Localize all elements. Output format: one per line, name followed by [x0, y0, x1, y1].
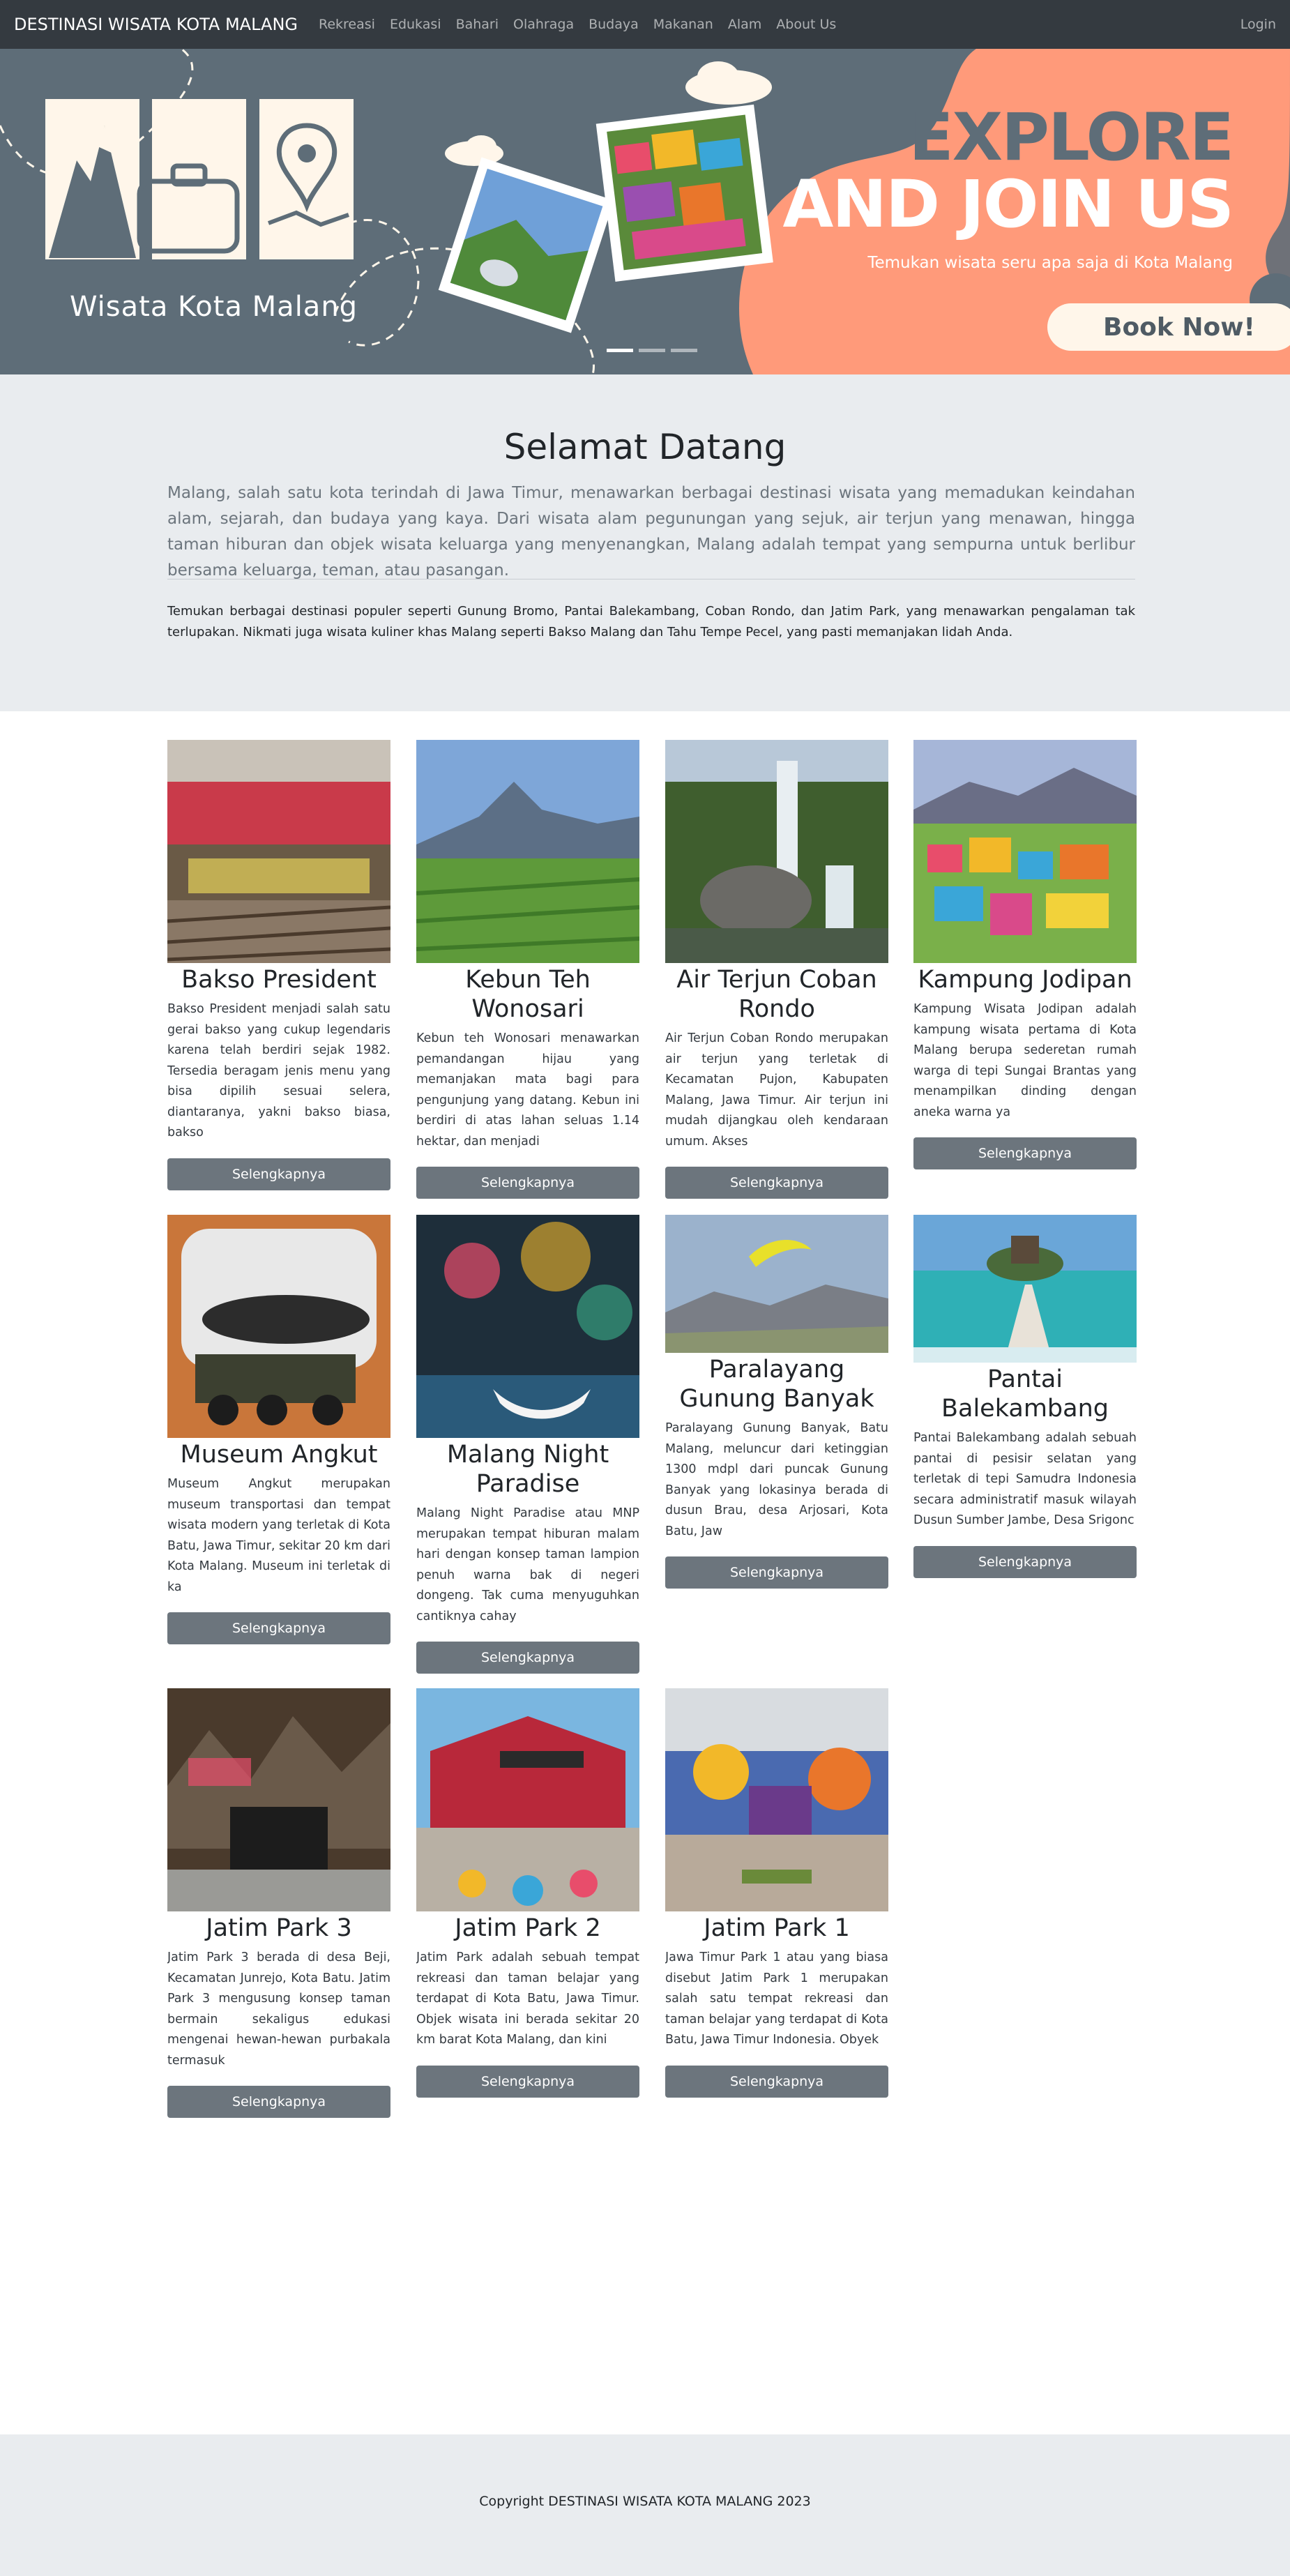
card-image	[416, 740, 639, 963]
selengkapnya-button[interactable]: Selengkapnya	[167, 1612, 390, 1644]
hero-title-line1: EXPLORE	[909, 100, 1234, 176]
welcome-lead: Malang, salah satu kota terindah di Jawa…	[167, 484, 1135, 579]
selengkapnya-button[interactable]: Selengkapnya	[416, 2065, 639, 2098]
card-text: Kampung Wisata Jodipan adalah kampung wi…	[913, 1002, 1137, 1119]
selengkapnya-button[interactable]: Selengkapnya	[167, 2086, 390, 2118]
card-title: Kebun Teh Wonosari	[465, 966, 591, 1023]
nav-link-makanan[interactable]: Makanan	[653, 17, 713, 32]
hero-subtitle: Temukan wisata seru apa saja di Kota Mal…	[867, 254, 1233, 272]
card-text: Jatim Park adalah sebuah tempat rekreasi…	[416, 1950, 639, 2047]
card-image	[167, 740, 390, 963]
card-title: Jatim Park 1	[704, 1914, 850, 1942]
card-jatim-park-1: Jatim Park 1 Jawa Timur Park 1 atau yang…	[665, 1688, 888, 2098]
card-title: Pantai Balekambang	[941, 1365, 1109, 1423]
book-now-button[interactable]: Book Now!	[1047, 303, 1290, 351]
card-air-terjun-coban-rondo: Air Terjun Coban Rondo Air Terjun Coban …	[665, 740, 888, 1199]
card-image	[416, 1215, 639, 1438]
selengkapnya-button[interactable]: Selengkapnya	[416, 1167, 639, 1199]
footer-copyright: Copyright DESTINASI WISATA KOTA MALANG 2…	[479, 2494, 811, 2509]
card-kampung-jodipan: Kampung Jodipan Kampung Wisata Jodipan a…	[913, 740, 1137, 1169]
selengkapnya-button[interactable]: Selengkapnya	[913, 1545, 1137, 1578]
selengkapnya-button[interactable]: Selengkapnya	[665, 1167, 888, 1199]
selengkapnya-button[interactable]: Selengkapnya	[665, 1556, 888, 1589]
footer: Copyright DESTINASI WISATA KOTA MALANG 2…	[0, 2434, 1290, 2576]
hero-logo-text: Wisata Kota Malang	[70, 291, 358, 323]
hero-title: EXPLORE AND JOIN US	[782, 100, 1234, 243]
card-title: Paralayang Gunung Banyak	[679, 1356, 874, 1413]
card-malang-night-paradise: Malang Night Paradise Malang Night Parad…	[416, 1215, 639, 1674]
nav-links: Rekreasi Edukasi Bahari Olahraga Budaya …	[319, 17, 851, 32]
card-title: Air Terjun Coban Rondo	[676, 966, 877, 1023]
card-image	[665, 1215, 888, 1353]
selengkapnya-button[interactable]: Selengkapnya	[167, 1158, 390, 1190]
card-title: Bakso President	[181, 966, 377, 994]
card-image	[665, 1688, 888, 1911]
carousel-indicators	[607, 349, 697, 352]
card-text: Paralayang Gunung Banyak, Batu Malang, m…	[665, 1421, 888, 1538]
card-title: Malang Night Paradise	[446, 1441, 609, 1498]
nav-link-edukasi[interactable]: Edukasi	[390, 17, 441, 32]
card-museum-angkut: Museum Angkut Museum Angkut merupakan mu…	[167, 1215, 390, 1644]
card-title: Jatim Park 2	[455, 1914, 601, 1942]
card-title: Museum Angkut	[180, 1441, 378, 1469]
card-text: Jatim Park 3 berada di desa Beji, Kecama…	[167, 1950, 390, 2068]
card-text: Bakso President menjadi salah satu gerai…	[167, 1002, 390, 1139]
card-text: Pantai Balekambang adalah sebuah pantai …	[913, 1431, 1137, 1527]
card-text: Malang Night Paradise atau MNP merupakan…	[416, 1506, 639, 1623]
card-kebun-teh-wonosari: Kebun Teh Wonosari Kebun teh Wonosari me…	[416, 740, 639, 1199]
nav-link-budaya[interactable]: Budaya	[589, 17, 639, 32]
navbar-brand[interactable]: DESTINASI WISATA KOTA MALANG	[14, 15, 298, 34]
card-title: Jatim Park 3	[206, 1914, 352, 1942]
card-image	[913, 1215, 1137, 1363]
nav-link-bahari[interactable]: Bahari	[456, 17, 499, 32]
carousel-indicator-1[interactable]	[607, 349, 633, 352]
carousel-indicator-2[interactable]	[639, 349, 665, 352]
card-image	[913, 740, 1137, 963]
card-image	[416, 1688, 639, 1911]
carousel-indicator-3[interactable]	[671, 349, 697, 352]
card-text: Museum Angkut merupakan museum transport…	[167, 1477, 390, 1594]
card-bakso-president: Bakso President Bakso President menjadi …	[167, 740, 390, 1190]
card-image	[167, 1688, 390, 1911]
card-title: Kampung Jodipan	[918, 966, 1132, 994]
card-text: Jawa Timur Park 1 atau yang biasa disebu…	[665, 1950, 888, 2047]
card-image	[167, 1215, 390, 1438]
card-text: Air Terjun Coban Rondo merupakan air ter…	[665, 1031, 888, 1149]
selengkapnya-button[interactable]: Selengkapnya	[416, 1642, 639, 1674]
nav-link-olahraga[interactable]: Olahraga	[513, 17, 574, 32]
card-pantai-balekambang: Pantai Balekambang Pantai Balekambang ad…	[913, 1215, 1137, 1578]
welcome-description: Temukan berbagai destinasi populer seper…	[167, 604, 1135, 639]
hero-title-line2: AND JOIN US	[782, 167, 1234, 243]
card-jatim-park-3: Jatim Park 3 Jatim Park 3 berada di desa…	[167, 1688, 390, 2118]
login-link[interactable]: Login	[1240, 17, 1276, 32]
welcome-section: Selamat Datang Malang, salah satu kota t…	[0, 374, 1290, 711]
selengkapnya-button[interactable]: Selengkapnya	[665, 2065, 888, 2098]
nav-link-rekreasi[interactable]: Rekreasi	[319, 17, 375, 32]
navbar: DESTINASI WISATA KOTA MALANG Rekreasi Ed…	[0, 0, 1290, 49]
selengkapnya-button[interactable]: Selengkapnya	[913, 1137, 1137, 1169]
nav-link-about-us[interactable]: About Us	[776, 17, 836, 32]
card-text: Kebun teh Wonosari menawarkan pemandanga…	[416, 1031, 639, 1149]
hero-carousel[interactable]: Wisata Kota Malang EXPLORE AND JOIN US T…	[0, 49, 1290, 374]
welcome-title: Selamat Datang	[503, 427, 787, 467]
card-paralayang-gunung-banyak: Paralayang Gunung Banyak Paralayang Gunu…	[665, 1215, 888, 1589]
nav-link-alam[interactable]: Alam	[728, 17, 761, 32]
card-jatim-park-2: Jatim Park 2 Jatim Park adalah sebuah te…	[416, 1688, 639, 2098]
card-image	[665, 740, 888, 963]
